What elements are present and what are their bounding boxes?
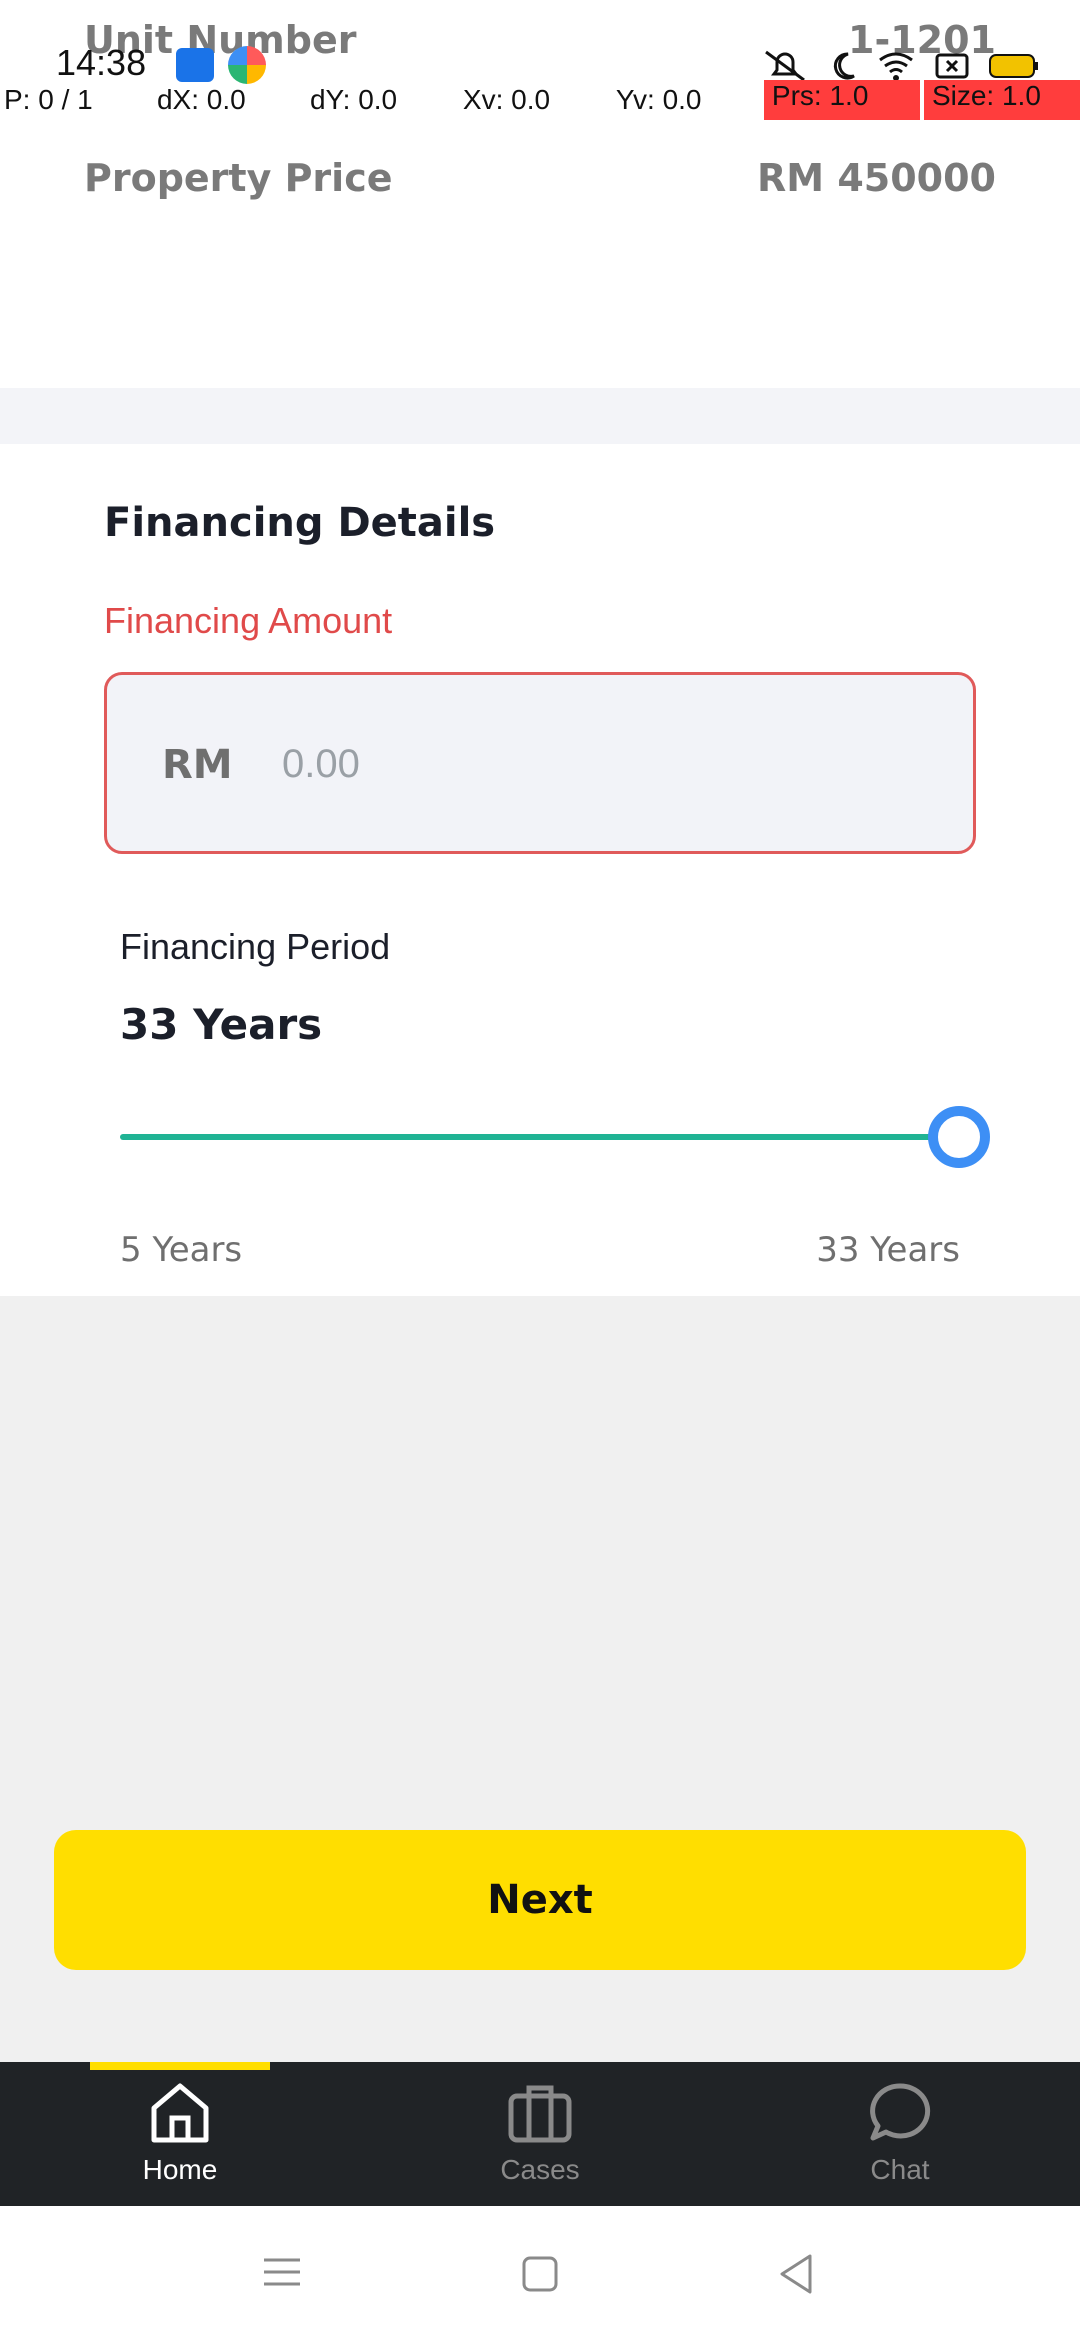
battery-icon: [989, 54, 1038, 78]
slider-min-label: 5 Years: [120, 1230, 243, 1270]
financing-amount-label: Financing Amount: [104, 600, 393, 641]
debug-dx: dX: 0.0: [156, 84, 246, 115]
app-notification-icon: [228, 46, 266, 84]
financing-details-card: [0, 444, 1080, 1296]
nav-label-cases: Cases: [500, 2154, 580, 2185]
pointer-debug-overlay: P: 0 / 1 dX: 0.0 dY: 0.0 Xv: 0.0 Yv: 0.0…: [0, 80, 1080, 120]
screen-record-icon: [935, 53, 969, 79]
android-app-icon: [176, 48, 214, 82]
home-square-icon[interactable]: [520, 2254, 560, 2294]
financing-period-slider-thumb[interactable]: [928, 1106, 990, 1168]
chat-icon: [870, 2083, 931, 2141]
debug-pointer-count: P: 0 / 1: [4, 84, 93, 115]
nav-label-home: Home: [142, 2154, 218, 2185]
nav-item-cases[interactable]: Cases: [420, 2080, 660, 2206]
financing-amount-input[interactable]: [280, 730, 924, 798]
next-button[interactable]: Next: [54, 1830, 1026, 1970]
nav-label-chat: Chat: [870, 2154, 930, 2185]
debug-size: Size: 1.0: [923, 80, 1080, 120]
briefcase-icon: [508, 2085, 572, 2143]
financing-details-title: Financing Details: [104, 500, 496, 546]
section-divider: [0, 388, 1080, 444]
back-triangle-icon[interactable]: [776, 2252, 816, 2296]
financing-period-slider-track[interactable]: [120, 1134, 960, 1140]
financing-period-value: 33 Years: [120, 1000, 323, 1049]
currency-prefix: RM: [162, 742, 233, 788]
status-time: 14:38: [56, 42, 147, 83]
debug-yv: Yv: 0.0: [615, 84, 702, 115]
property-price-label: Property Price: [84, 156, 393, 200]
financing-period-label: Financing Period: [120, 926, 391, 967]
debug-xv: Xv: 0.0: [462, 84, 551, 115]
slider-max-label: 33 Years: [816, 1230, 960, 1270]
silent-bell-icon: [765, 50, 805, 82]
debug-pressure: Prs: 1.0: [763, 80, 920, 120]
home-icon: [151, 2083, 209, 2143]
do-not-disturb-moon-icon: [833, 52, 855, 80]
wifi-icon: [879, 52, 913, 81]
menu-icon[interactable]: [262, 2252, 302, 2292]
active-tab-indicator: [90, 2062, 270, 2070]
nav-item-home[interactable]: Home: [60, 2080, 300, 2206]
property-price-value: RM 450000: [757, 156, 996, 200]
nav-item-chat[interactable]: Chat: [780, 2080, 1020, 2206]
debug-dy: dY: 0.0: [309, 84, 398, 115]
